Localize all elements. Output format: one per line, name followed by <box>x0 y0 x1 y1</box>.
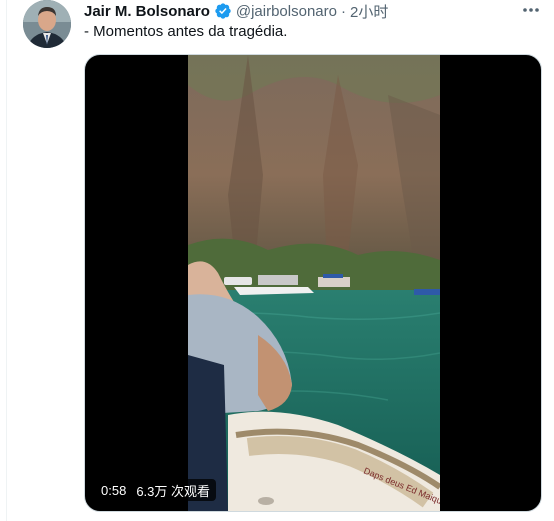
author-handle[interactable]: @jairbolsonaro <box>236 3 337 20</box>
author-name[interactable]: Jair M. Bolsonaro <box>84 3 210 20</box>
video-player[interactable]: Daps deus Ed Maique 0:58 6.3万 次观看 <box>84 54 542 512</box>
video-view-count: 6.3万 次观看 <box>136 483 210 499</box>
tweet-header: Jair M. Bolsonaro @jairbolsonaro · 2小时 <box>84 1 388 21</box>
video-duration: 0:58 <box>101 482 127 498</box>
avatar[interactable] <box>23 0 71 48</box>
tweet-text: - Momentos antes da tragédia. <box>84 23 288 40</box>
video-stats-overlay: 0:58 6.3万 次观看 <box>95 479 216 501</box>
separator-dot: · <box>340 2 346 20</box>
avatar-image <box>23 0 71 48</box>
video-frame[interactable]: Daps deus Ed Maique <box>188 55 440 512</box>
verified-badge-icon <box>215 3 231 19</box>
timestamp[interactable]: 2小时 <box>350 1 388 22</box>
more-options-icon[interactable] <box>521 2 541 18</box>
timeline-border <box>6 0 7 521</box>
